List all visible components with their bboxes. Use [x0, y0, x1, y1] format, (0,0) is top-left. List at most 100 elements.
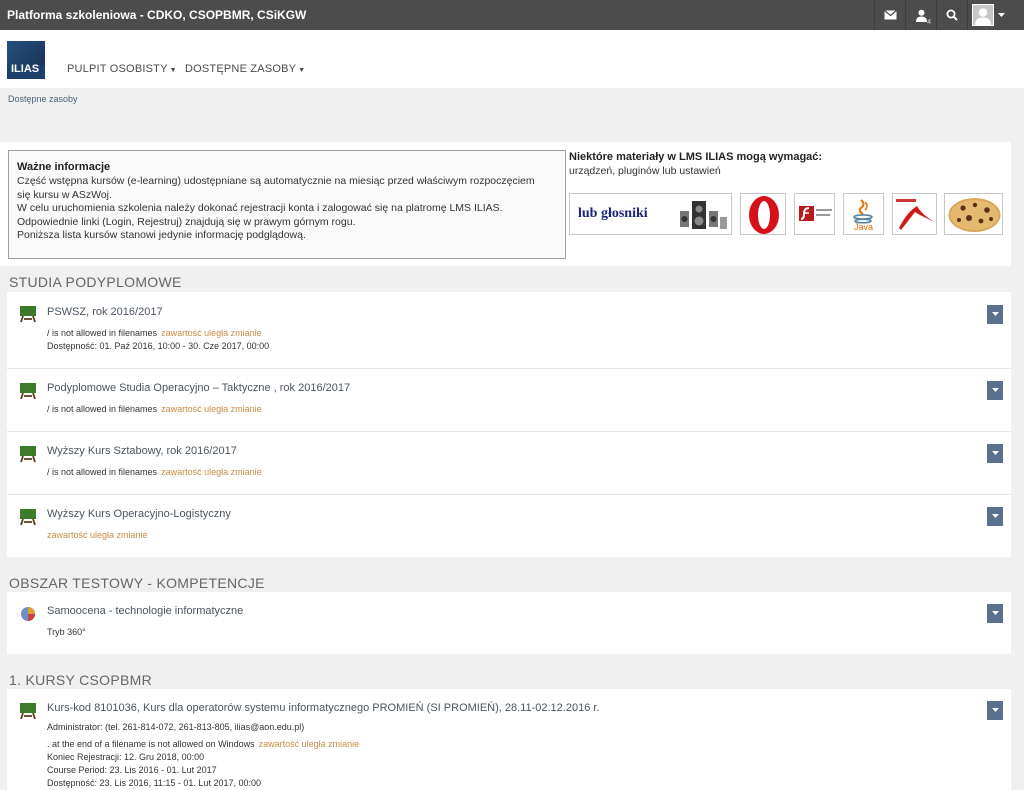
- csopbmr-list: Kurs-kod 8101036, Kurs dla operatorów sy…: [7, 689, 1011, 790]
- item-title-link[interactable]: Samoocena - technologie informatyczne: [47, 605, 243, 617]
- speakers-icon: [680, 201, 727, 229]
- search-icon: [946, 9, 958, 21]
- actions-dropdown-button[interactable]: [987, 604, 1003, 623]
- info-line: Poniższa lista kursów stanowi jedynie in…: [17, 229, 306, 241]
- opera-requirement[interactable]: [740, 193, 786, 235]
- nav-available-resources[interactable]: DOSTĘPNE ZASOBY ▼: [185, 63, 305, 75]
- course-icon: [20, 306, 36, 323]
- survey-icon: [21, 607, 35, 621]
- item-mode: Tryb 360°: [47, 627, 86, 637]
- nav-label: DOSTĘPNE ZASOBY: [185, 63, 297, 75]
- actions-dropdown-button[interactable]: [987, 381, 1003, 400]
- adobe-reader-icon: [896, 199, 935, 230]
- caret-down-icon: [998, 12, 1005, 17]
- caret-down-icon: [991, 708, 999, 712]
- breadcrumb[interactable]: Dostępne zasoby: [8, 94, 78, 104]
- speakers-requirement[interactable]: lub głosniki: [569, 193, 732, 235]
- logo-text: ILIAS: [11, 63, 40, 75]
- java-requirement[interactable]: Java: [843, 193, 884, 235]
- caret-down-icon: ▼: [298, 67, 306, 74]
- cookie-icon: [948, 198, 1001, 232]
- item-properties: / is not allowed in filenames zawartość u…: [47, 404, 262, 414]
- caret-down-icon: [991, 312, 999, 316]
- actions-dropdown-button[interactable]: [987, 701, 1003, 720]
- info-line: Odpowiednie linki (Login, Rejestruj) zna…: [17, 215, 356, 228]
- list-item[interactable]: PSWSZ, rok 2016/2017 / is not allowed in…: [7, 292, 1011, 369]
- main-header: ILIAS PULPIT OSOBISTY ▼ DOSTĘPNE ZASOBY ▼: [0, 30, 1024, 88]
- avatar-icon: [972, 4, 994, 26]
- item-title-link[interactable]: Wyższy Kurs Operacyjno-Logistyczny: [47, 508, 231, 520]
- nav-personal-desktop[interactable]: PULPIT OSOBISTY ▼: [67, 63, 177, 75]
- mail-button[interactable]: [874, 0, 905, 30]
- change-alert: zawartość uległa zmianie: [161, 328, 262, 338]
- list-item[interactable]: Kurs-kod 8101036, Kurs dla operatorów sy…: [7, 689, 1011, 790]
- item-registration-end: Koniec Rejestracji: 12. Gru 2018, 00:00: [47, 752, 205, 762]
- change-alert: zawartość uległa zmianie: [161, 467, 262, 477]
- requirements-title: Niektóre materiały w LMS ILIAS mogą wyma…: [569, 151, 823, 163]
- change-alert: zawartość uległa zmianie: [161, 404, 262, 414]
- course-icon: [20, 509, 36, 526]
- item-title-link[interactable]: PSWSZ, rok 2016/2017: [47, 306, 163, 318]
- list-item[interactable]: Wyższy Kurs Operacyjno-Logistyczny zawar…: [7, 495, 1011, 557]
- users-badge: 4: [927, 19, 931, 26]
- logo-background: [7, 41, 45, 65]
- info-line: Część wstępna kursów (e-learning) udostę…: [17, 175, 535, 187]
- java-label: Java: [854, 222, 874, 232]
- postgraduate-list: PSWSZ, rok 2016/2017 / is not allowed in…: [7, 292, 1011, 557]
- section-title-csopbmr: 1. KURSY CSOPBMR: [9, 672, 153, 688]
- item-note: / is not allowed in filenames: [47, 467, 158, 477]
- item-title-link[interactable]: Wyższy Kurs Sztabowy, rok 2016/2017: [47, 445, 237, 457]
- item-properties: zawartość uległa zmianie: [47, 530, 148, 540]
- caret-down-icon: ▼: [169, 67, 177, 74]
- list-item[interactable]: Wyższy Kurs Sztabowy, rok 2016/2017 / is…: [7, 432, 1011, 495]
- search-button[interactable]: [936, 0, 967, 30]
- caret-down-icon: [991, 611, 999, 615]
- item-title-link[interactable]: Podyplomowe Studia Operacyjno – Taktyczn…: [47, 382, 350, 394]
- pdf-reader-requirement[interactable]: [892, 193, 937, 235]
- caret-down-icon: [991, 451, 999, 455]
- platform-title: Platforma szkoleniowa - CDKO, CSOPBMR, C…: [7, 8, 307, 22]
- section-title-postgraduate: STUDIA PODYPLOMOWE: [9, 274, 182, 290]
- info-line: się kursu w ASzWoj.: [17, 188, 112, 201]
- section-title-test-area: OBSZAR TESTOWY - KOMPETENCJE: [9, 575, 265, 591]
- item-note: . at the end of a filename is not allowe…: [47, 739, 255, 749]
- item-availability: Dostępność: 01. Paź 2016, 10:00 - 30. Cz…: [47, 341, 270, 351]
- requirements-subtitle: urządzeń, pluginów lub ustawień: [569, 165, 721, 177]
- item-note: / is not allowed in filenames: [47, 404, 158, 414]
- ilias-logo[interactable]: ILIAS: [7, 41, 45, 79]
- flash-requirement[interactable]: [794, 193, 835, 235]
- mail-icon: [883, 10, 897, 20]
- item-course-period: Course Period: 23. Lis 2016 - 01. Lut 20…: [47, 765, 217, 775]
- course-icon: [20, 446, 36, 463]
- caret-down-icon: [991, 388, 999, 392]
- top-bar: Platforma szkoleniowa - CDKO, CSOPBMR, C…: [0, 0, 1024, 30]
- list-item[interactable]: Podyplomowe Studia Operacyjno – Taktyczn…: [7, 369, 1011, 432]
- important-info-box: Ważne informacje Część wstępna kursów (e…: [8, 150, 566, 259]
- item-availability: Dostępność: 23. Lis 2016, 11:15 - 01. Lu…: [47, 778, 261, 788]
- actions-dropdown-button[interactable]: [987, 444, 1003, 463]
- change-alert: zawartość uległa zmianie: [47, 530, 148, 540]
- test-area-list: Samoocena - technologie informatyczne Tr…: [7, 592, 1011, 654]
- item-note: / is not allowed in filenames: [47, 328, 158, 338]
- item-administrator: Administrator: (tel. 261-814-072, 261-81…: [47, 722, 305, 732]
- user-menu-button[interactable]: [967, 0, 1009, 30]
- users-button[interactable]: 4: [905, 0, 936, 30]
- info-heading: Ważne informacje: [17, 161, 111, 173]
- cookies-requirement[interactable]: [944, 193, 1003, 235]
- nav-label: PULPIT OSOBISTY: [67, 63, 168, 75]
- list-item[interactable]: Samoocena - technologie informatyczne Tr…: [7, 592, 1011, 654]
- item-properties: . at the end of a filename is not allowe…: [47, 739, 359, 749]
- users-icon: [915, 9, 927, 22]
- item-properties: / is not allowed in filenames zawartość u…: [47, 467, 262, 477]
- opera-icon: [749, 196, 779, 234]
- info-line: W celu uruchomienia szkolenia należy dok…: [17, 202, 503, 214]
- item-title-link[interactable]: Kurs-kod 8101036, Kurs dla operatorów sy…: [47, 702, 600, 714]
- actions-dropdown-button[interactable]: [987, 507, 1003, 526]
- actions-dropdown-button[interactable]: [987, 305, 1003, 324]
- caret-down-icon: [991, 514, 999, 518]
- course-icon: [20, 383, 36, 400]
- flash-player-icon: [799, 206, 832, 221]
- course-icon: [20, 703, 36, 720]
- speakers-label: lub głosniki: [578, 206, 648, 221]
- change-alert: zawartość uległa zmianie: [258, 739, 360, 749]
